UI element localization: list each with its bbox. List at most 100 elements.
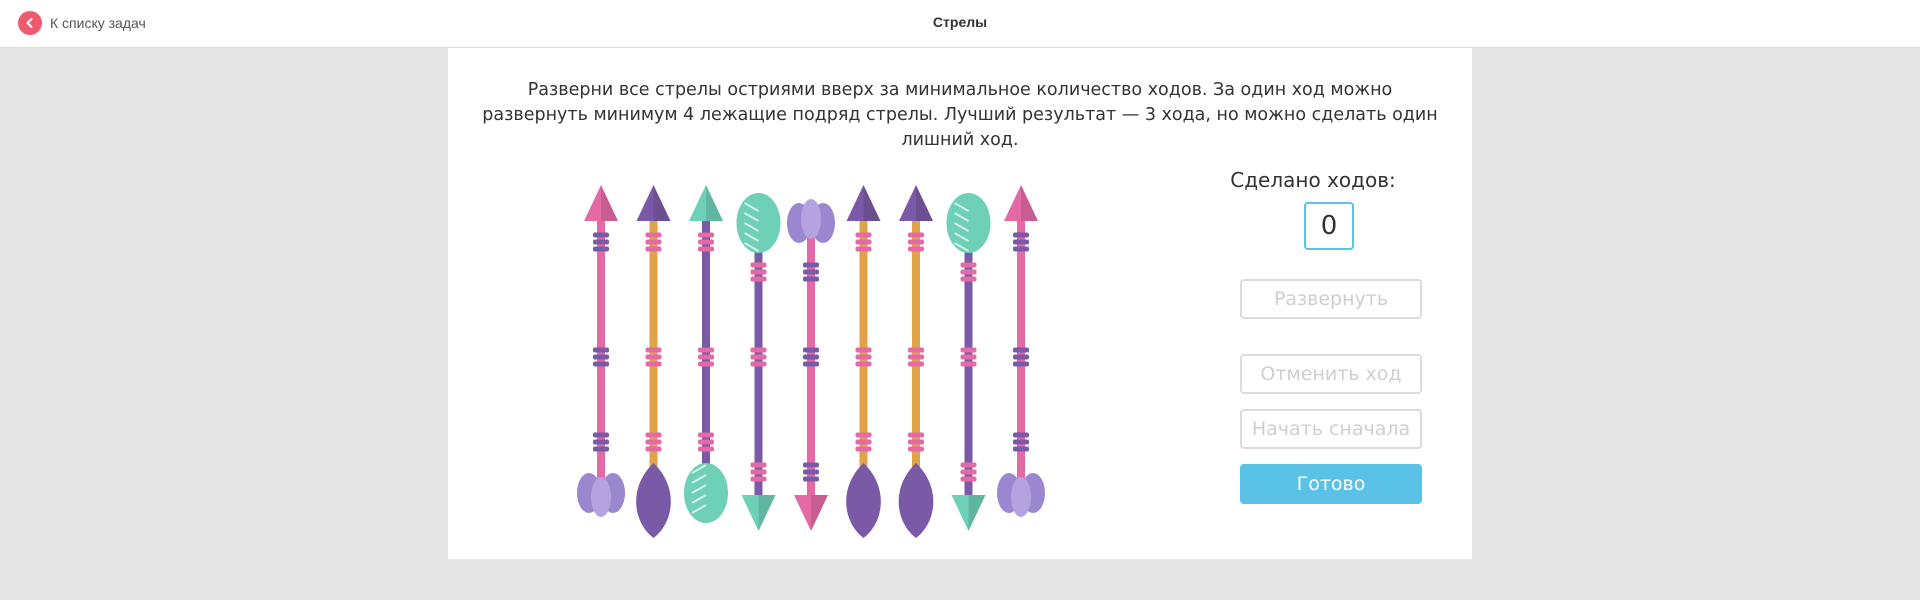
feather-icon	[736, 193, 781, 253]
restart-button[interactable]: Начать сначала	[1240, 409, 1422, 449]
arrow-tip-shade	[916, 185, 933, 221]
shaft-band	[698, 246, 714, 252]
shaft-band	[750, 276, 767, 282]
shaft-band	[698, 439, 714, 445]
shaft-band	[698, 446, 714, 452]
feather-icon	[591, 477, 611, 517]
shaft-band	[645, 239, 662, 245]
shaft-band	[855, 232, 872, 238]
shaft-band	[855, 354, 872, 360]
shaft-band	[645, 361, 662, 367]
shaft-band	[855, 239, 872, 245]
feather-icon	[801, 199, 821, 239]
shaft-band	[1013, 446, 1029, 452]
shaft-band	[960, 262, 977, 268]
shaft-band	[593, 432, 609, 438]
shaft-band	[855, 432, 872, 438]
feather-icon	[636, 463, 671, 538]
arrow-6[interactable]	[846, 185, 881, 538]
arrow-3[interactable]	[684, 185, 728, 523]
shaft-band	[803, 262, 819, 268]
shaft-band	[960, 361, 977, 367]
moves-counter: 0	[1304, 202, 1354, 250]
shaft-band	[960, 347, 977, 353]
shaft-band	[960, 354, 977, 360]
shaft-band	[698, 347, 714, 353]
shaft-band	[645, 446, 662, 452]
task-card: Разверни все стрелы остриями вверх за ми…	[448, 48, 1472, 559]
shaft-band	[750, 354, 767, 360]
shaft-band	[1013, 439, 1029, 445]
shaft-band	[960, 462, 977, 468]
shaft-band	[855, 347, 872, 353]
shaft-band	[1013, 347, 1029, 353]
arrow-4[interactable]	[736, 193, 781, 531]
shaft-band	[750, 262, 767, 268]
shaft-band	[908, 232, 924, 238]
arrow-tip-shade	[706, 185, 723, 221]
shaft-band	[803, 462, 819, 468]
arrow-tip-shade	[653, 185, 671, 221]
shaft-band	[908, 361, 924, 367]
shaft-band	[750, 469, 767, 475]
shaft-band	[960, 476, 977, 482]
shaft-band	[803, 361, 819, 367]
shaft-band	[698, 239, 714, 245]
shaft-band	[803, 469, 819, 475]
arrow-tip-shade	[863, 185, 881, 221]
shaft-band	[803, 276, 819, 282]
shaft-band	[803, 269, 819, 275]
shaft-band	[593, 239, 609, 245]
arrow-tip-shade	[968, 495, 986, 531]
shaft-band	[960, 469, 977, 475]
arrow-8[interactable]	[946, 193, 991, 531]
arrow-5[interactable]	[787, 199, 835, 531]
shaft-band	[750, 269, 767, 275]
feather-icon	[1011, 477, 1031, 517]
shaft-band	[593, 354, 609, 360]
arrow-9[interactable]	[997, 185, 1045, 517]
shaft-band	[750, 462, 767, 468]
shaft-band	[645, 354, 662, 360]
arrow-2[interactable]	[636, 185, 671, 538]
shaft-band	[908, 354, 924, 360]
shaft-band	[1013, 246, 1029, 252]
shaft-band	[803, 476, 819, 482]
page-title: Стрелы	[932, 14, 988, 30]
arrow-tip-shade	[758, 495, 776, 531]
shaft-band	[750, 476, 767, 482]
shaft-band	[855, 439, 872, 445]
done-button[interactable]: Готово	[1240, 464, 1422, 504]
feather-icon	[684, 463, 728, 523]
shaft-band	[698, 232, 714, 238]
arrow-1[interactable]	[577, 185, 625, 517]
shaft-band	[698, 432, 714, 438]
shaft-band	[593, 439, 609, 445]
shaft-band	[645, 246, 662, 252]
shaft-band	[645, 432, 662, 438]
shaft-band	[908, 446, 924, 452]
shaft-band	[855, 446, 872, 452]
shaft-band	[1013, 361, 1029, 367]
undo-button[interactable]: Отменить ход	[1240, 354, 1422, 394]
feather-icon	[846, 463, 881, 538]
shaft-band	[593, 246, 609, 252]
shaft-band	[593, 347, 609, 353]
shaft-band	[1013, 432, 1029, 438]
arrows-svg	[577, 185, 1045, 538]
shaft-band	[908, 246, 924, 252]
arrow-tip-shade	[811, 495, 828, 531]
shaft-band	[960, 276, 977, 282]
feather-icon	[898, 463, 934, 538]
shaft-band	[855, 361, 872, 367]
shaft-band	[908, 239, 924, 245]
task-instructions: Разверни все стрелы остриями вверх за ми…	[482, 80, 1438, 150]
moves-label: Сделано ходов:	[1230, 168, 1396, 192]
shaft-band	[1013, 239, 1029, 245]
shaft-band	[593, 361, 609, 367]
shaft-band	[645, 347, 662, 353]
shaft-band	[750, 347, 767, 353]
shaft-band	[960, 269, 977, 275]
arrow-7[interactable]	[898, 185, 934, 538]
rotate-button[interactable]: Развернуть	[1240, 279, 1422, 319]
